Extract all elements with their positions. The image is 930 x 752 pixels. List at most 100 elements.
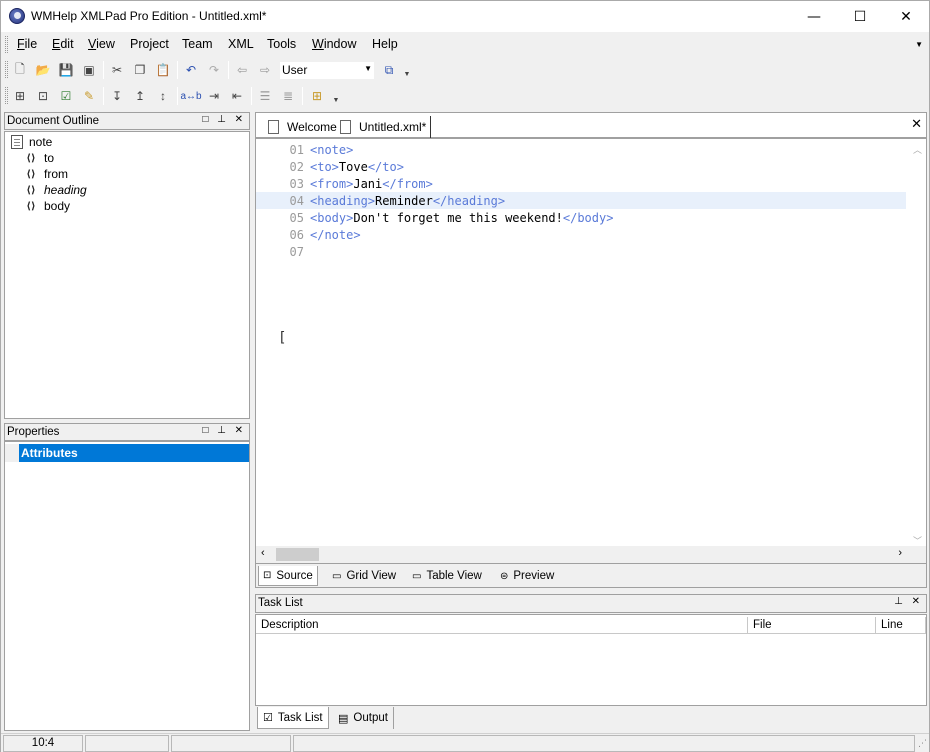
minimize-button[interactable]: — [791, 1, 837, 32]
column-file[interactable]: File [748, 617, 876, 634]
save-all-icon[interactable]: ▣ [80, 61, 98, 79]
open-folder-icon[interactable]: 📂 [34, 61, 52, 79]
save-icon[interactable]: 💾 [57, 61, 75, 79]
menu-project[interactable]: Project [130, 37, 169, 51]
toolbar-separator [251, 87, 252, 105]
xml-tag: <body> [310, 210, 354, 225]
menu-xml[interactable]: XML [228, 37, 254, 51]
menu-team[interactable]: Team [182, 37, 213, 51]
menu-window[interactable]: Window [312, 37, 356, 51]
close-button[interactable]: ✕ [883, 1, 929, 32]
replace-text-icon[interactable]: a↔b [180, 87, 201, 105]
cut-icon[interactable]: ✂ [108, 61, 126, 79]
line-number: 07 [289, 244, 304, 259]
panel-buttons[interactable]: ⊥ ✕ [894, 596, 923, 607]
page-icon [268, 120, 279, 134]
tree-root[interactable]: note [11, 134, 52, 150]
horizontal-scrollbar[interactable]: ‹ › [256, 546, 926, 563]
line-number: 04 [289, 193, 304, 208]
collapse-lines-icon[interactable]: ↥ [131, 87, 149, 105]
table-header: Description File Line [256, 617, 926, 634]
menu-edit[interactable]: Edit [52, 37, 74, 51]
maximize-button[interactable]: ☐ [837, 1, 883, 32]
undo-icon[interactable]: ↶ [182, 61, 200, 79]
tab-task-list[interactable]: ☑ Task List [257, 707, 329, 729]
column-line[interactable]: Line [876, 617, 926, 634]
dropdown-arrow-icon[interactable]: ▼ [398, 65, 416, 83]
resize-grip-icon[interactable]: ⋰ [918, 738, 927, 749]
forward-icon[interactable]: ⇨ [256, 61, 274, 79]
insert-element-icon[interactable]: ⊞ [308, 87, 326, 105]
menu-bar: File Edit View Project Team XML Tools Window Hel… [1, 32, 929, 57]
back-icon[interactable]: ⇦ [233, 61, 251, 79]
code-line[interactable]: 04 <heading> Reminder </heading> [256, 192, 906, 209]
close-tab-icon[interactable]: ✕ [911, 117, 922, 132]
properties-panel: Attributes [4, 441, 250, 731]
join-lines-icon[interactable]: ↕ [154, 87, 172, 105]
status-pane [293, 735, 915, 752]
tab-source[interactable]: ⊡ Source [258, 566, 318, 586]
comment-icon[interactable]: ☰ [256, 87, 274, 105]
check-wellformed-icon[interactable]: ⊞ [11, 87, 29, 105]
toolbar-separator [103, 61, 104, 79]
panel-buttons[interactable]: □ ⊥ ✕ [202, 114, 246, 125]
toolbar-separator [103, 87, 104, 105]
tree-item-heading[interactable]: ⟨⟩ heading [23, 182, 86, 198]
checklist-icon: ☑ [263, 712, 273, 724]
tab-output[interactable]: ▤ Output [333, 707, 394, 729]
indent-icon[interactable]: ⇥ [205, 87, 223, 105]
scroll-left-icon[interactable]: ‹ [261, 547, 265, 559]
column-description[interactable]: Description [256, 617, 748, 634]
output-icon: ▤ [338, 712, 349, 725]
uncomment-icon[interactable]: ≣ [279, 87, 297, 105]
status-pane [171, 735, 291, 752]
scroll-right-icon[interactable]: › [898, 547, 902, 559]
code-editor[interactable]: 01 <note> 02 <to> Tove </to> 03 <from> Jani </fro… [255, 138, 927, 564]
app-window: WMHelp XMLPad Pro Edition - Untitled.xml… [0, 0, 930, 752]
line-number: 05 [289, 210, 304, 225]
expand-lines-icon[interactable]: ↧ [108, 87, 126, 105]
code-line[interactable]: 05 <body> Don't forget me this weekend! </b… [256, 209, 906, 226]
validate-schema-icon[interactable]: ☑ [57, 87, 75, 105]
code-line[interactable]: 07 [256, 243, 906, 260]
tab-preview[interactable]: ⊜ Preview [496, 566, 558, 586]
code-line[interactable]: 01 <note> [256, 141, 906, 158]
attributes-section[interactable]: Attributes [5, 444, 249, 462]
paste-icon[interactable]: 📋 [154, 61, 172, 79]
dropdown-arrow-icon[interactable]: ▼ [327, 91, 345, 109]
scroll-up-icon[interactable]: ︿ [913, 143, 922, 156]
new-file-icon[interactable]: 🗋 [11, 61, 29, 79]
tab-untitled[interactable]: Untitled.xml* [336, 116, 432, 138]
profile-select[interactable]: User ▼ [279, 61, 375, 80]
toolbar-separator [302, 87, 303, 105]
tree-item-label: body [44, 199, 71, 213]
tree-item-to[interactable]: ⟨⟩ to [23, 150, 54, 166]
format-xml-icon[interactable]: ✎ [80, 87, 98, 105]
menu-overflow-icon[interactable]: ▼ [915, 40, 923, 49]
copy-icon[interactable]: ❐ [131, 61, 149, 79]
tab-welcome[interactable]: Welcome [264, 116, 337, 138]
tab-grid-view[interactable]: ▭ Grid View [328, 566, 400, 586]
panel-buttons[interactable]: □ ⊥ ✕ [202, 425, 246, 436]
scroll-thumb[interactable] [276, 548, 319, 561]
xml-text: Jani [353, 176, 383, 191]
code-line[interactable]: 03 <from> Jani </from> [256, 175, 906, 192]
view-tab-label: Preview [513, 570, 555, 582]
bottom-tab-label: Task List [277, 711, 323, 724]
code-line[interactable]: 06 </note> [256, 226, 906, 243]
tree-item-from[interactable]: ⟨⟩ from [23, 166, 68, 182]
tree-item-body[interactable]: ⟨⟩ body [23, 198, 70, 214]
transform-icon[interactable]: ⧉ [380, 61, 398, 79]
outdent-icon[interactable]: ⇤ [228, 87, 246, 105]
menu-tools[interactable]: Tools [267, 37, 296, 51]
vertical-scrollbar[interactable]: ︿ ﹀ [909, 139, 926, 549]
xml-text: Reminder [375, 193, 433, 208]
redo-icon[interactable]: ↷ [205, 61, 223, 79]
tab-table-view[interactable]: ▭ Table View [408, 566, 486, 586]
toolbar-grip [5, 87, 8, 104]
menu-file[interactable]: File [17, 37, 37, 51]
validate-icon[interactable]: ⊡ [34, 87, 52, 105]
menu-view[interactable]: View [88, 37, 115, 51]
menu-help[interactable]: Help [372, 37, 398, 51]
code-line[interactable]: 02 <to> Tove </to> [256, 158, 906, 175]
